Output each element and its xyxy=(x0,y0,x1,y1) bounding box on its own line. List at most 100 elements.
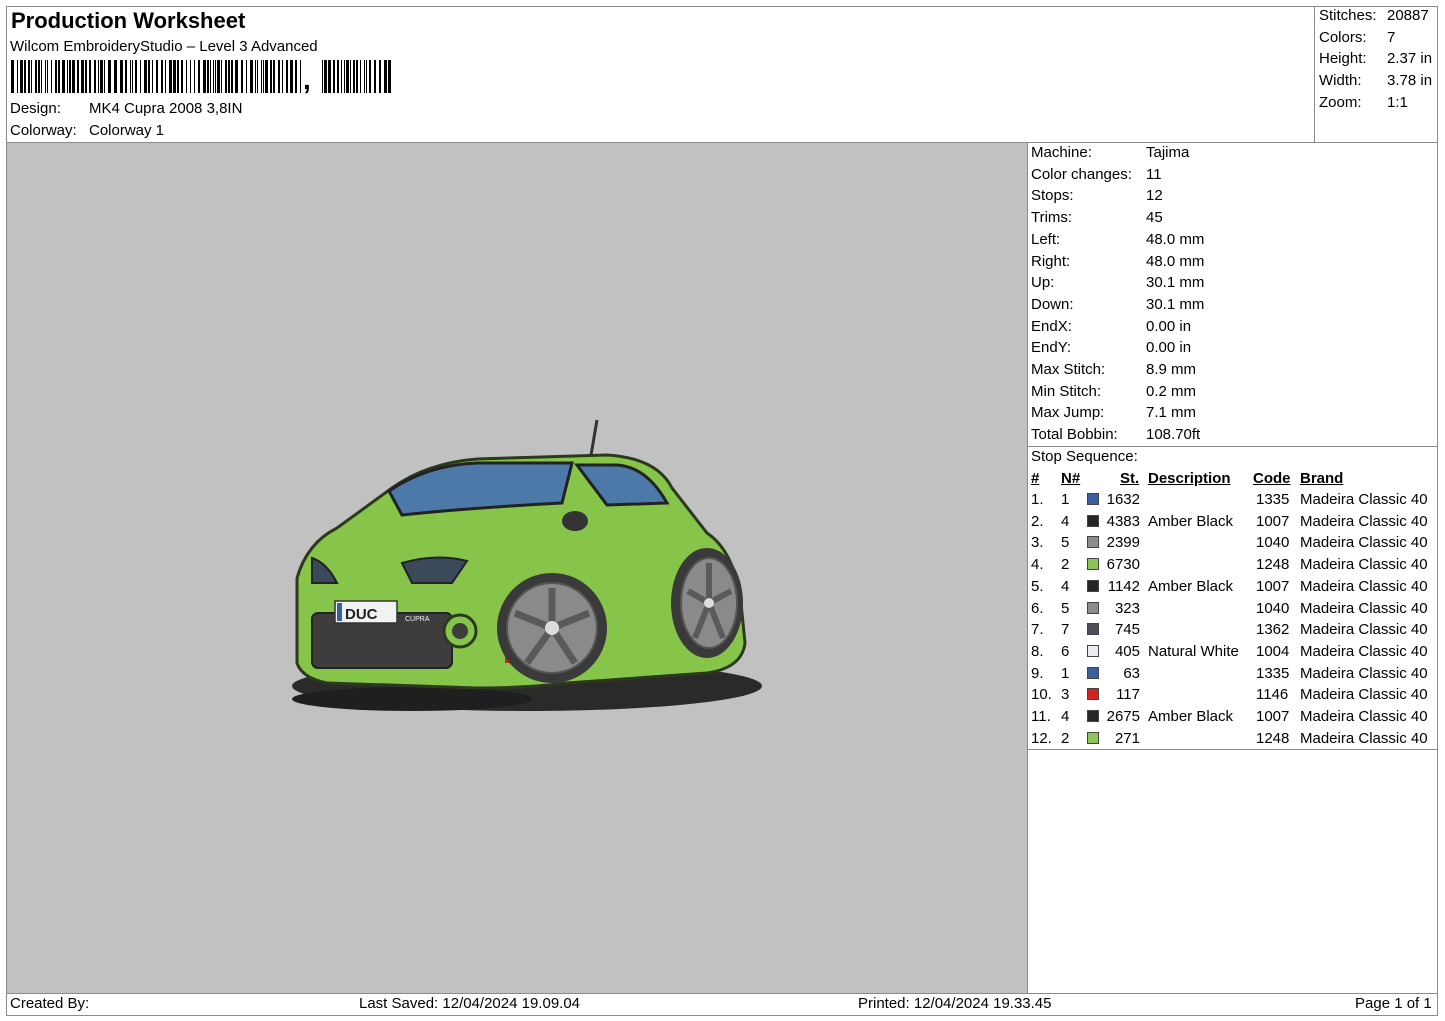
stop-sequence-row: 6. 5 323 1040 Madeira Classic 40 xyxy=(1031,598,1441,620)
design-label: Design: xyxy=(10,100,61,117)
color-swatch xyxy=(1087,644,1099,657)
barcode-bar xyxy=(346,60,349,93)
design-value: MK4 Cupra 2008 3,8IN xyxy=(89,100,243,117)
machine-info-label: Total Bobbin: xyxy=(1031,426,1118,444)
machine-info-value: 0.00 in xyxy=(1146,339,1192,357)
preview-divider xyxy=(1027,142,1028,993)
barcode-bar xyxy=(72,60,75,93)
seq-cell-brand: Madeira Classic 40 xyxy=(1300,534,1428,552)
car-embroidery-preview: DUC CUPRA xyxy=(292,419,762,711)
seq-cell-code: 1146 xyxy=(1256,686,1289,704)
barcode-bar xyxy=(322,60,323,93)
summary-label: Stitches: xyxy=(1319,7,1377,24)
barcode-bars-tail xyxy=(322,60,391,93)
barcode-bar xyxy=(114,60,117,93)
barcode-bar xyxy=(20,60,23,93)
barcode-bar xyxy=(265,60,268,93)
color-swatch xyxy=(1087,579,1099,592)
barcode-bar xyxy=(132,60,133,93)
footer-divider xyxy=(6,993,1438,994)
printed-date: Printed: 12/04/2024 19.33.45 xyxy=(858,995,1052,1012)
seq-cell-num: 7. xyxy=(1031,621,1044,639)
color-swatch xyxy=(1087,688,1099,701)
col-brand: Brand xyxy=(1300,470,1344,487)
design-preview: DUC CUPRA xyxy=(7,143,1027,993)
seq-cell-needle: 2 xyxy=(1061,729,1070,747)
color-swatch xyxy=(1087,731,1099,744)
machine-info: Machine: Tajima Color changes: 11 Stops: 12 Tr… xyxy=(1031,142,1436,446)
machine-info-label: Machine: xyxy=(1031,144,1092,161)
barcode-bar xyxy=(225,60,227,93)
summary-label: Zoom: xyxy=(1319,93,1362,111)
seq-cell-stitches: 1142 xyxy=(1107,577,1140,595)
barcode-bar xyxy=(241,60,243,93)
barcode-bar xyxy=(379,60,381,93)
machine-info-label: Up: xyxy=(1031,274,1055,292)
machine-info-label: Max Jump: xyxy=(1031,404,1105,422)
seq-cell-stitches: 117 xyxy=(1116,686,1140,704)
barcode-bar xyxy=(156,60,158,93)
barcode-bar xyxy=(24,60,26,93)
barcode-bar xyxy=(28,60,30,93)
barcode-bar xyxy=(125,60,127,93)
barcode-bar xyxy=(190,60,191,93)
barcode-bar xyxy=(246,60,247,93)
seq-cell-brand: Madeira Classic 40 xyxy=(1300,664,1428,682)
seq-cell-stitches: 323 xyxy=(1114,599,1140,617)
seq-cell-brand: Madeira Classic 40 xyxy=(1300,577,1428,595)
seq-cell-num: 11. xyxy=(1031,708,1051,725)
barcode-bar xyxy=(98,60,99,93)
barcode-bar xyxy=(290,60,293,93)
seq-cell-stitches: 405 xyxy=(1114,642,1140,660)
col-stitches: St. xyxy=(1120,470,1140,487)
barcode-bar xyxy=(169,60,172,93)
seq-cell-num: 12. xyxy=(1031,729,1052,747)
barcode-bar xyxy=(173,60,176,93)
summary-divider xyxy=(1314,6,1315,142)
summary-value: 3.78 in xyxy=(1387,72,1433,90)
barcode-bar xyxy=(333,60,335,93)
barcode-bar xyxy=(353,60,355,93)
seq-cell-num: 8. xyxy=(1031,642,1044,660)
barcode-bar xyxy=(286,60,288,93)
barcode-bar xyxy=(203,60,206,93)
seq-cell-brand: Madeira Classic 40 xyxy=(1300,642,1428,660)
barcode-bar xyxy=(328,60,331,93)
barcode-bar xyxy=(62,60,65,93)
barcode-separator: , xyxy=(303,64,311,95)
barcode-bar xyxy=(300,60,301,93)
machine-info-label: Max Stitch: xyxy=(1031,361,1106,378)
seq-cell-brand: Madeira Classic 40 xyxy=(1300,621,1428,639)
machine-info-label: Right: xyxy=(1031,252,1071,270)
seq-cell-description: Amber Black xyxy=(1148,512,1234,530)
seq-cell-stitches: 4383 xyxy=(1106,512,1140,530)
col-needle: N# xyxy=(1061,470,1081,487)
barcode-bar xyxy=(135,60,137,93)
colorway-value: Colorway 1 xyxy=(89,122,165,139)
seq-cell-num: 6. xyxy=(1031,599,1044,617)
stop-sequence-row: 4. 2 6730 1248 Madeira Classic 40 xyxy=(1031,554,1441,576)
seq-cell-stitches: 2675 xyxy=(1106,708,1140,725)
machine-info-label: Down: xyxy=(1031,295,1074,313)
barcode-bar xyxy=(152,60,153,93)
stop-sequence-row: 10. 3 117 1146 Madeira Classic 40 xyxy=(1031,684,1441,706)
barcode-bar xyxy=(273,60,275,93)
barcode-bar xyxy=(257,60,258,93)
stop-sequence-row: 3. 5 2399 1040 Madeira Classic 40 xyxy=(1031,532,1441,554)
summary-label: Colors: xyxy=(1319,28,1367,46)
stop-sequence-row: 5. 4 1142 Amber Black 1007 Madeira Classic 40 xyxy=(1031,576,1441,598)
seq-cell-description: Amber Black xyxy=(1148,708,1234,725)
machine-info-label: Stops: xyxy=(1031,187,1074,205)
seq-cell-brand: Madeira Classic 40 xyxy=(1300,729,1428,747)
barcode-bar xyxy=(47,60,48,93)
seq-cell-needle: 2 xyxy=(1061,556,1070,574)
seq-cell-code: 1362 xyxy=(1256,621,1290,639)
barcode-bar xyxy=(270,60,272,93)
barcode-bar xyxy=(207,60,209,93)
seq-cell-code: 1248 xyxy=(1256,556,1290,574)
barcode-bar xyxy=(38,60,40,93)
barcode-bar xyxy=(263,60,264,93)
barcode-bar xyxy=(94,60,96,93)
barcode-bar xyxy=(55,60,57,93)
barcode-bar xyxy=(181,60,183,93)
